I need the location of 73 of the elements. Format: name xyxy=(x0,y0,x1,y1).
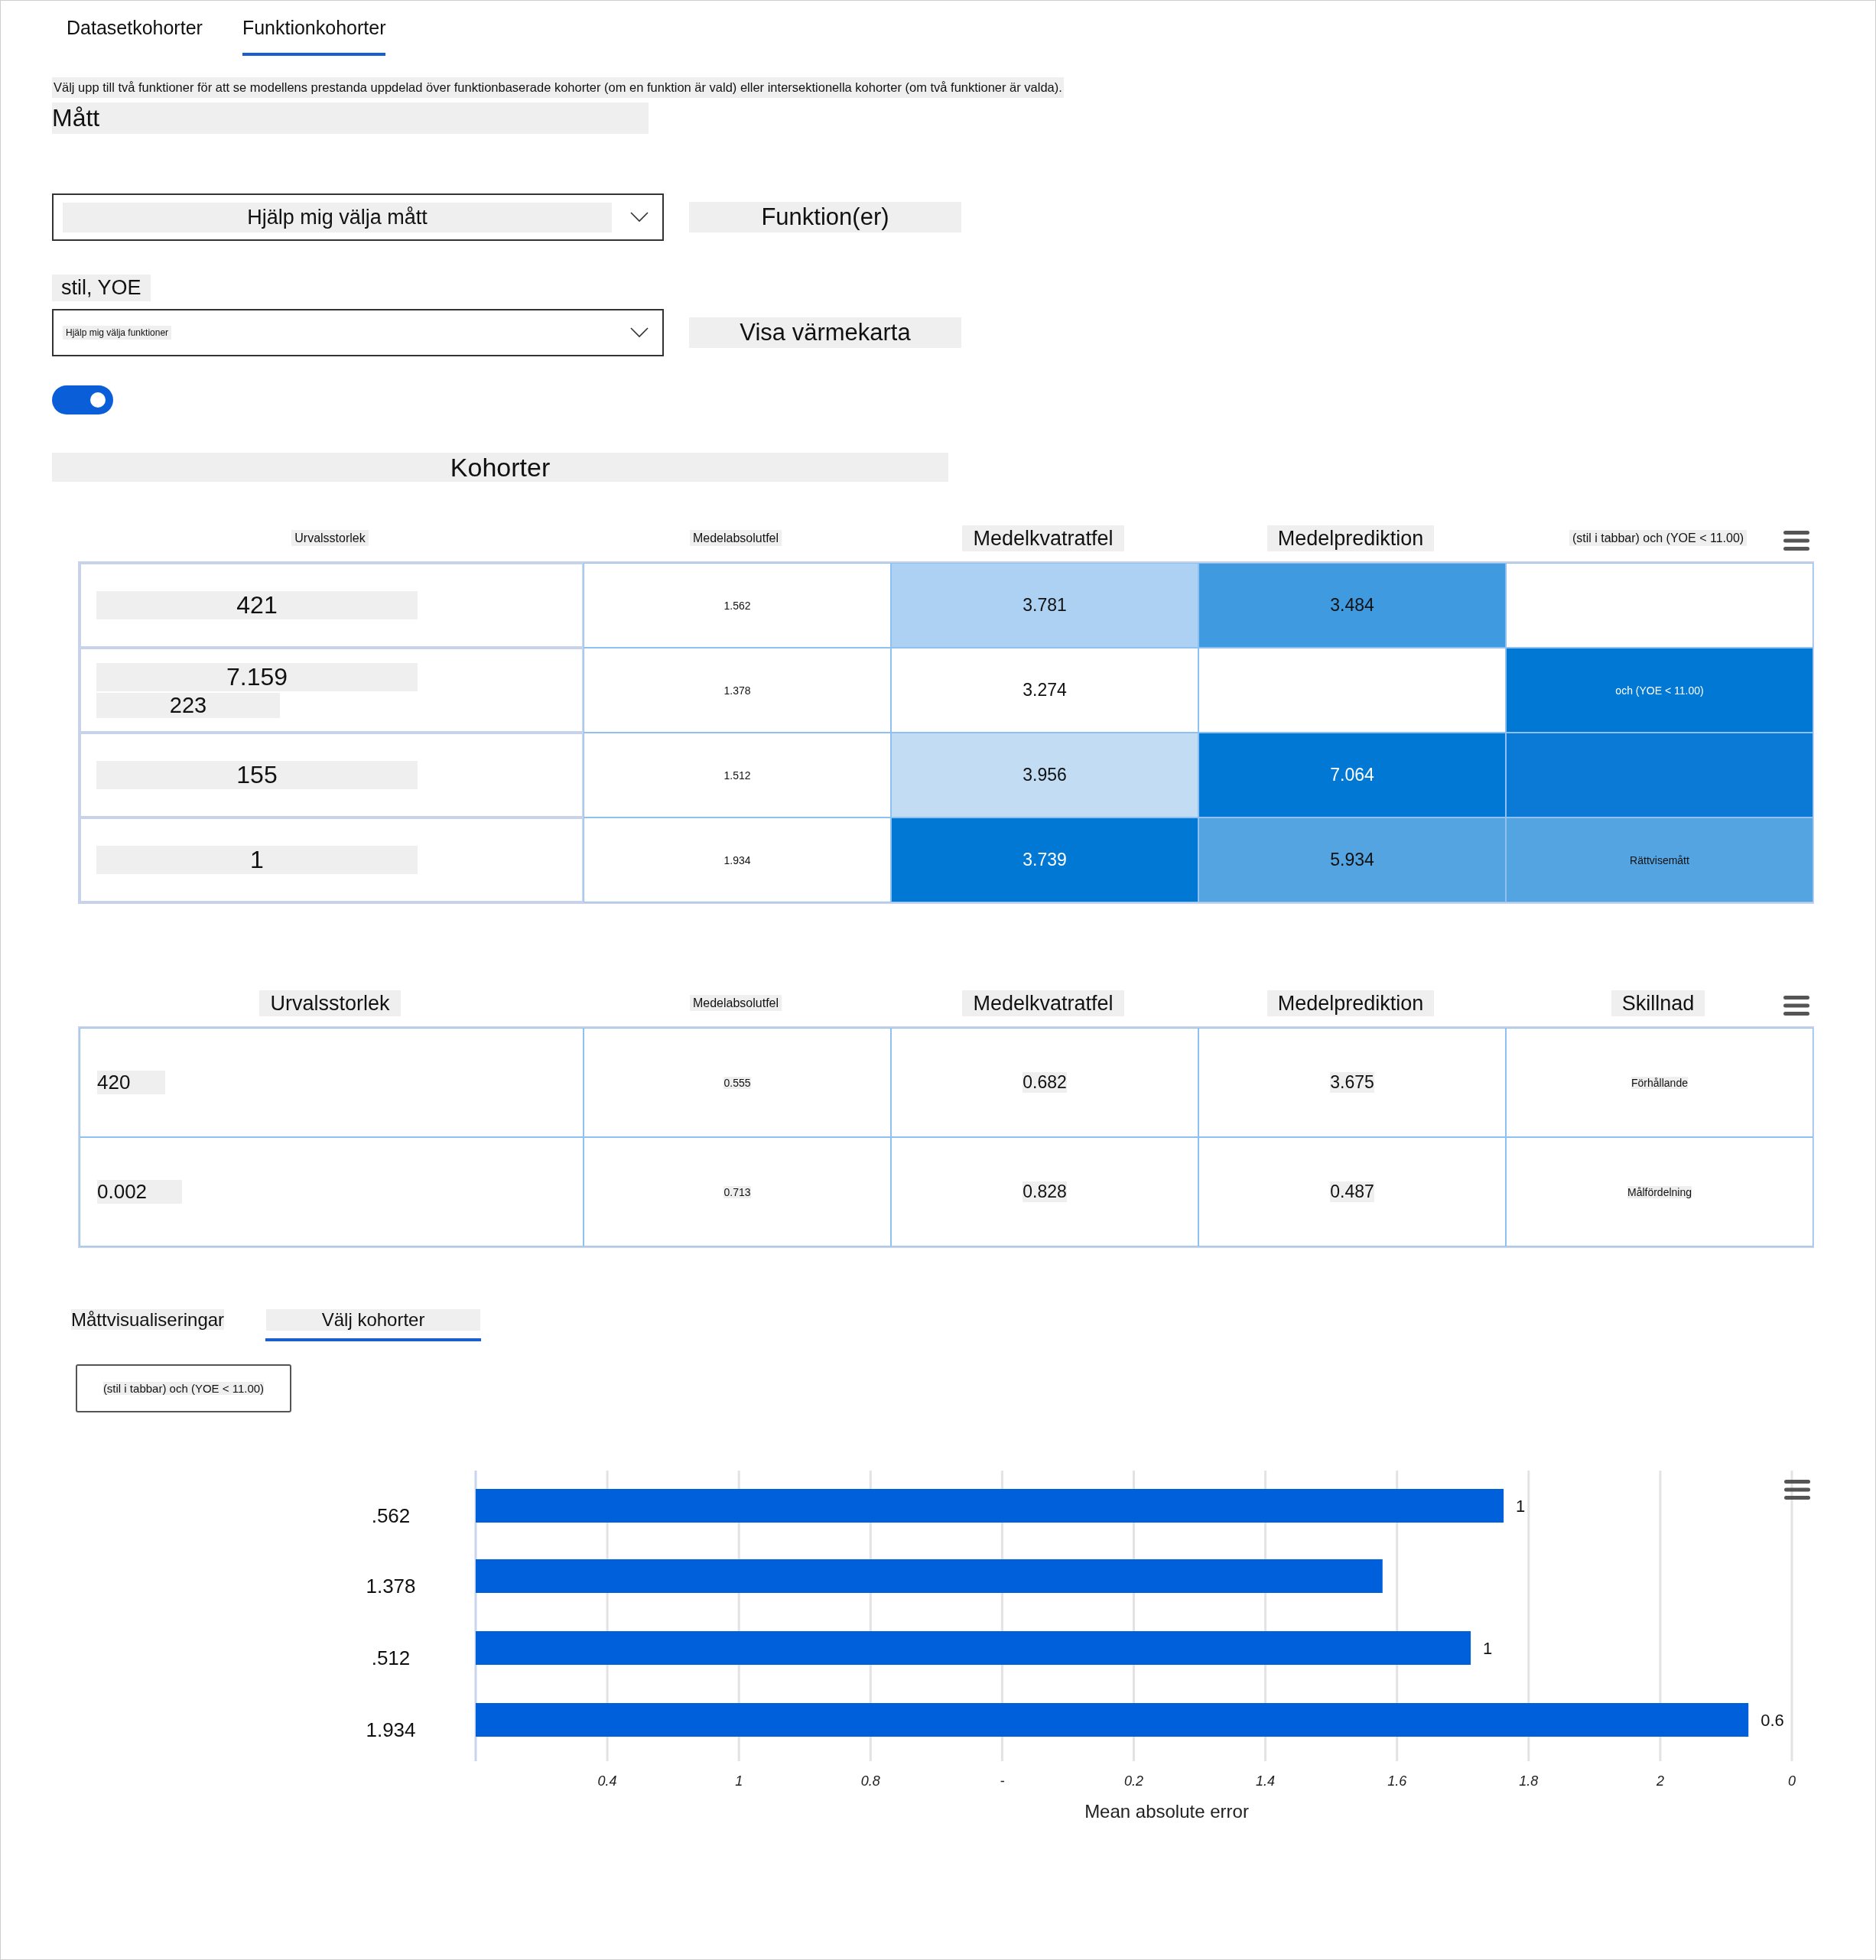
table-cell: 0.828 xyxy=(891,1137,1198,1247)
metrics-dropdown[interactable]: Hjälp mig välja mått xyxy=(52,193,664,241)
tab[interactable]: Datasetkohorter xyxy=(67,1,203,56)
column-header: Medelkvatratfel xyxy=(962,525,1124,551)
heatmap-label: Visa värmekarta xyxy=(689,317,961,348)
menu-icon[interactable] xyxy=(1783,996,1809,1016)
axis-tick: 1.6 xyxy=(1387,1773,1407,1789)
bar-end-label: 1 xyxy=(1516,1497,1526,1516)
category-label: 1.934 xyxy=(366,1718,416,1741)
table-cell: 0.713 xyxy=(584,1137,891,1247)
axis-tick: 0.2 xyxy=(1124,1773,1143,1789)
features-dropdown[interactable]: Hjälp mig välja funktioner xyxy=(52,309,664,356)
menu-icon[interactable] xyxy=(1783,531,1809,551)
tab[interactable]: Funktionkohorter xyxy=(242,1,386,56)
axis-tick: 0.8 xyxy=(860,1773,880,1789)
table-cell: 3.274 xyxy=(891,648,1198,733)
table-cell: 1.934 xyxy=(584,817,891,902)
heatmap-toggle[interactable] xyxy=(52,385,113,414)
selected-features: stil, YOE xyxy=(52,275,151,301)
column-header: Medelprediktion xyxy=(1266,525,1435,551)
table-cell: 7.064 xyxy=(1198,733,1506,817)
chevron-icon xyxy=(630,327,649,338)
table-cell: Förhållande xyxy=(1506,1028,1813,1137)
table-cell: 5.934 xyxy=(1198,817,1506,902)
table-cell: 0.002 xyxy=(80,1137,584,1247)
axis-tick: 0.4 xyxy=(597,1773,617,1789)
table-cell: Rättvisemått xyxy=(1506,817,1813,902)
cell-text: 223 xyxy=(96,692,280,718)
column-header: Urvalsstorlek xyxy=(259,990,401,1016)
cell-text: 421 xyxy=(96,591,418,619)
table-cell: 3.675 xyxy=(1198,1028,1506,1137)
cell-text: 7.159 xyxy=(96,662,418,691)
table-cell: Målfördelning xyxy=(1506,1137,1813,1247)
column-header: Medelkvatratfel xyxy=(962,990,1124,1016)
axis-tick: 1.8 xyxy=(1519,1773,1539,1789)
menu-icon[interactable] xyxy=(1784,1480,1810,1500)
bar-end-label: 0.6 xyxy=(1761,1711,1784,1730)
column-header: Medelabsolutfel xyxy=(689,995,782,1011)
bar-end-label: 1 xyxy=(1483,1639,1493,1658)
table-cell: 1.378 xyxy=(584,648,891,733)
axis-tick: - xyxy=(1000,1773,1005,1789)
category-label: .512 xyxy=(371,1646,411,1669)
table-cell: 0.555 xyxy=(584,1028,891,1137)
column-header: Skillnad xyxy=(1611,990,1705,1016)
table-cell: 1.562 xyxy=(584,563,891,648)
table-cell: 0.487 xyxy=(1198,1137,1506,1247)
table-cell: 3.956 xyxy=(891,733,1198,817)
description: Välj upp till två funktioner för att se modellens prestanda uppdelad över funktionbaserade kohorter (om en funktion är vald) eller intersektionella kohorter (om två funktioner är valda). xyxy=(52,77,1064,98)
column-header: Medelprediktion xyxy=(1266,990,1435,1016)
column-header: Medelabsolutfel xyxy=(689,530,782,546)
axis-tick: 1.4 xyxy=(1256,1773,1276,1789)
cohort-button[interactable]: (stil i tabbar) och (YOE < 11.00) xyxy=(76,1364,291,1412)
cell-text: 1 xyxy=(96,846,418,874)
chevron-icon xyxy=(630,212,649,223)
axis-tick: 1 xyxy=(735,1773,743,1789)
table-cell: 0.682 xyxy=(891,1028,1198,1137)
column-header: (stil i tabbar) och (YOE < 11.00) xyxy=(1569,530,1748,546)
section-title: Kohorter xyxy=(52,453,948,482)
category-label: .562 xyxy=(371,1504,411,1527)
category-label: 1.378 xyxy=(366,1575,416,1598)
column-header: Urvalsstorlek xyxy=(291,530,369,546)
table-cell: 3.484 xyxy=(1198,563,1506,648)
cell-text: 155 xyxy=(96,761,418,789)
axis-title: Mean absolute error xyxy=(1084,1801,1249,1822)
axis-tick: 2 xyxy=(1656,1773,1664,1789)
section-label: Mått xyxy=(52,102,649,134)
table-cell: 1.512 xyxy=(584,733,891,817)
table-cell: 3.739 xyxy=(891,817,1198,902)
features-label: Funktion(er) xyxy=(689,202,961,232)
table-cell: 420 xyxy=(80,1028,584,1137)
table-cell: 3.781 xyxy=(891,563,1198,648)
table-cell: och (YOE < 11.00) xyxy=(1506,648,1813,733)
axis-tick: 0 xyxy=(1788,1773,1796,1789)
